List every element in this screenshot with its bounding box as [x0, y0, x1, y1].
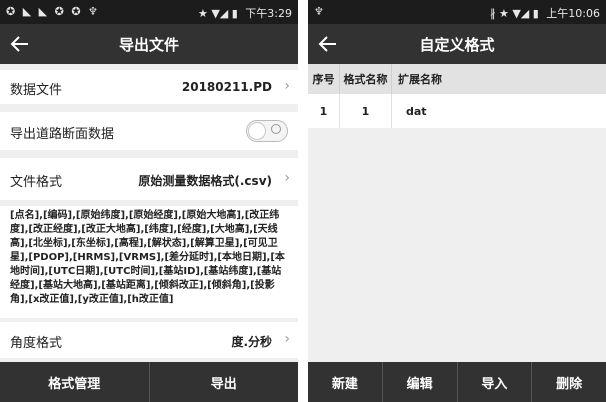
bottom-action-bar: 新建 编辑 导入 删除	[308, 362, 606, 402]
signal-battery-icons: ∦ ★ ▼◢ ▮	[489, 7, 539, 20]
toggle-knob	[248, 122, 266, 140]
column-header-format-name: 格式名称	[340, 64, 392, 94]
chevron-right-icon: ›	[284, 78, 290, 94]
notification-icons: ✪ ◣ ◣ ✪ ✪ ♆	[6, 5, 100, 18]
status-time: 下午3:29	[245, 7, 292, 20]
bottom-action-bar: 格式管理 导出	[0, 362, 298, 402]
data-file-label: 数据文件	[10, 83, 63, 98]
road-section-row: 导出道路断面数据	[0, 112, 298, 150]
angle-format-label: 角度格式	[10, 336, 63, 351]
file-format-value: 原始测量数据格式(.csv)	[138, 174, 272, 188]
edit-button[interactable]: 编辑	[381, 362, 457, 402]
export-button[interactable]: 导出	[148, 362, 299, 402]
system-icons: ★ ▼◢ ▮ 下午3:29	[198, 5, 292, 21]
road-section-label: 导出道路断面数据	[10, 127, 115, 142]
table-row[interactable]: 1 1 dat	[308, 94, 606, 128]
page-title: 自定义格式	[419, 36, 495, 54]
delete-button[interactable]: 删除	[531, 362, 606, 402]
column-header-index: 序号	[308, 64, 340, 94]
import-button[interactable]: 导入	[456, 362, 532, 402]
angle-format-row[interactable]: 角度格式 度.分秒 ›	[0, 322, 298, 358]
cell-index: 1	[308, 94, 340, 128]
file-format-label: 文件格式	[10, 175, 63, 190]
angle-format-value: 度.分秒	[231, 335, 272, 349]
status-bar: ♆ ∦ ★ ▼◢ ▮ 上午10:06	[308, 0, 606, 24]
column-header-extension: 扩展名称	[398, 73, 442, 86]
cell-format-name: 1	[340, 94, 392, 128]
system-icons: ∦ ★ ▼◢ ▮ 上午10:06	[490, 5, 600, 21]
toggle-off-icon	[271, 124, 281, 134]
table-header: 序号 格式名称 扩展名称	[308, 64, 606, 94]
custom-format-screen: ♆ ∦ ★ ▼◢ ▮ 上午10:06 自定义格式 序号 格式名称 扩展名称 1 …	[308, 0, 606, 402]
format-manage-button[interactable]: 格式管理	[0, 362, 149, 402]
export-fields-panel: [点名],[编码],[原始纬度],[原始经度],[原始大地高],[改正纬度],[…	[0, 206, 298, 318]
app-bar: 导出文件	[0, 24, 298, 64]
data-file-row[interactable]: 数据文件 20180211.PD ›	[0, 70, 298, 104]
export-file-screen: ✪ ◣ ◣ ✪ ✪ ♆ ★ ▼◢ ▮ 下午3:29 导出文件 数据文件 2018…	[0, 0, 298, 402]
notification-icons: ♆	[314, 5, 326, 18]
cell-extension: dat	[406, 104, 427, 118]
signal-battery-icons: ★ ▼◢ ▮	[197, 7, 238, 20]
road-section-toggle[interactable]	[246, 120, 288, 142]
app-bar: 自定义格式	[308, 24, 606, 64]
chevron-right-icon: ›	[284, 331, 290, 347]
page-title: 导出文件	[118, 36, 179, 54]
file-format-row[interactable]: 文件格式 原始测量数据格式(.csv) ›	[0, 158, 298, 200]
data-file-value: 20180211.PD	[181, 80, 272, 94]
status-time: 上午10:06	[546, 7, 600, 20]
new-button[interactable]: 新建	[308, 362, 382, 402]
export-fields-text: [点名],[编码],[原始纬度],[原始经度],[原始大地高],[改正纬度],[…	[10, 210, 285, 305]
chevron-right-icon: ›	[284, 170, 290, 186]
status-bar: ✪ ◣ ◣ ✪ ✪ ♆ ★ ▼◢ ▮ 下午3:29	[0, 0, 298, 24]
